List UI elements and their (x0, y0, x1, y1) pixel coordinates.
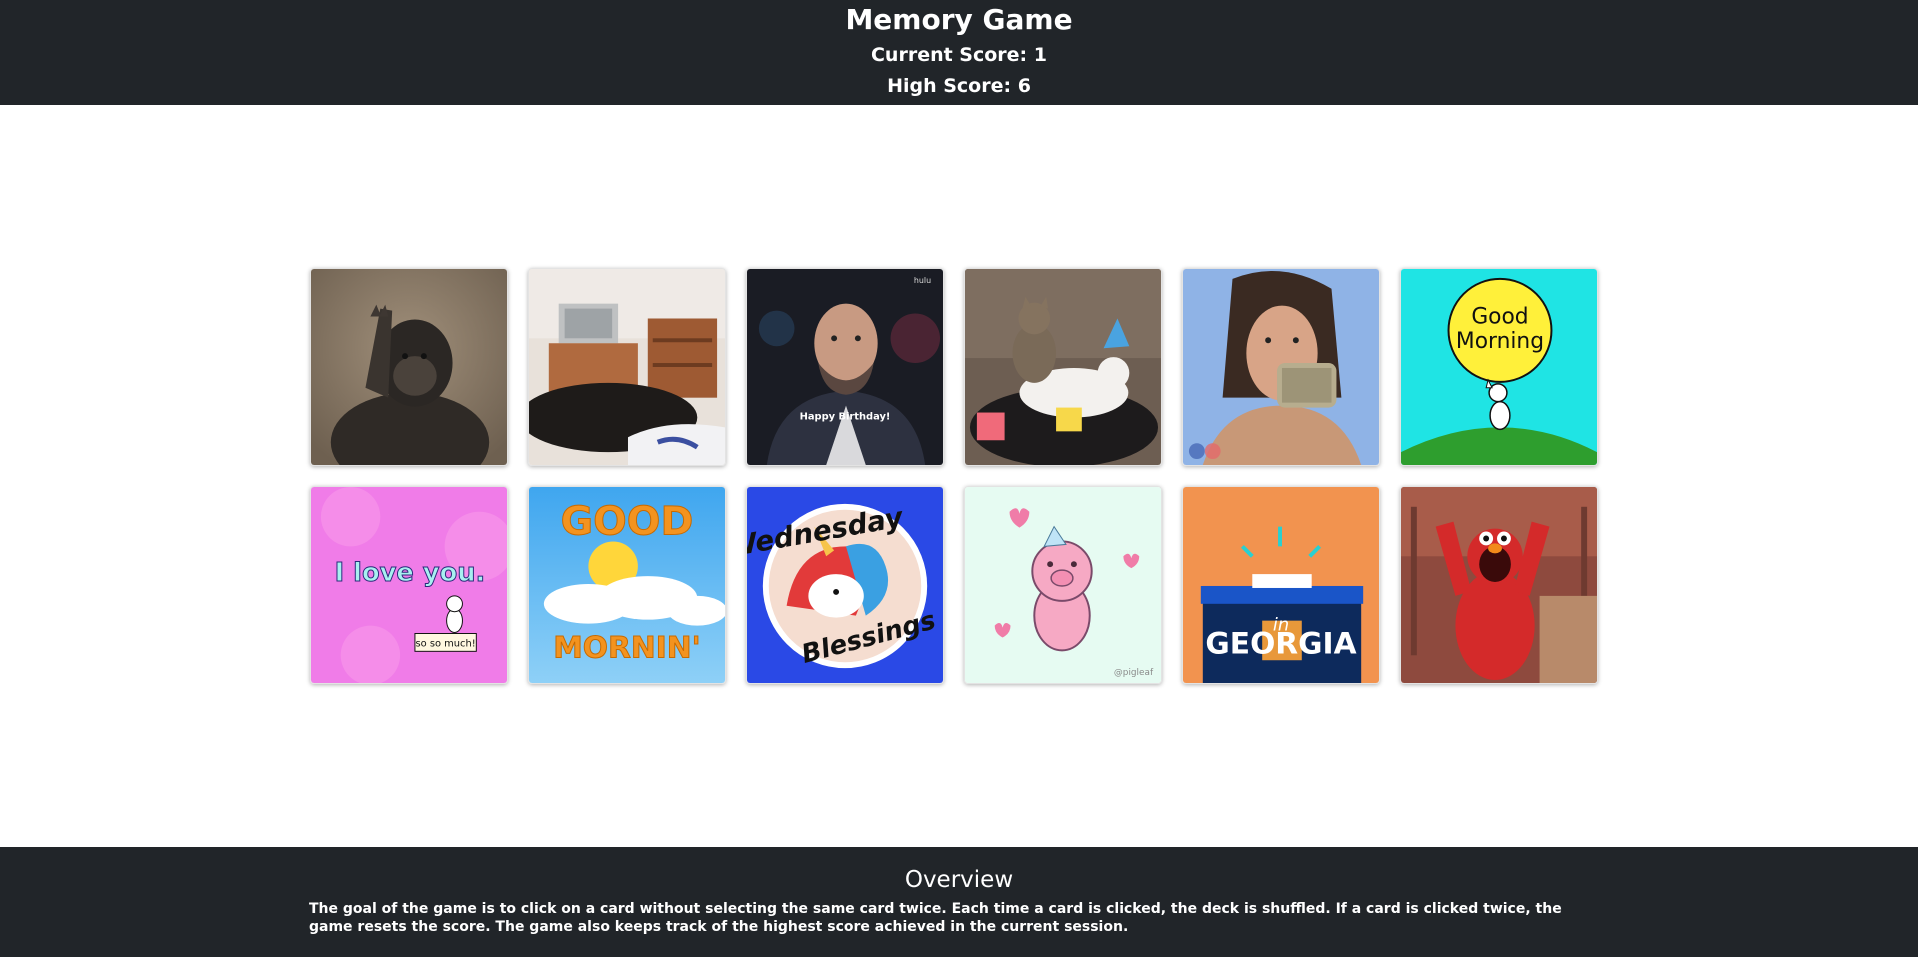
good-mornin-sun-image: GOOD MORNIN' (529, 487, 725, 683)
good-morning-line1: Good (1471, 304, 1528, 329)
overview-title: Overview (904, 867, 1014, 893)
good-morning-dog-image: Good Morning (1401, 269, 1597, 465)
overview-footer: Overview The goal of the game is to clic… (0, 847, 1918, 957)
good-caption: GOOD (561, 499, 694, 545)
birthday-caption: Happy Birthday! (800, 411, 891, 422)
game-title: Memory Game (845, 3, 1073, 36)
card-good-mornin-sun[interactable]: GOOD MORNIN' (528, 486, 726, 684)
card-happy-birthday-man[interactable]: Happy Birthday! hulu (746, 268, 944, 466)
card-gorilla-clapping[interactable] (310, 268, 508, 466)
hulu-logo: hulu (914, 276, 931, 285)
elmo-image (1401, 487, 1597, 683)
card-cat-in-room[interactable] (528, 268, 726, 466)
i-love-you-caption: I love you. (335, 558, 486, 588)
i-love-you-image: I love you. so so much! (311, 487, 507, 683)
card-i-love-you-dog[interactable]: I love you. so so much! (310, 486, 508, 684)
pig-dancing-image: @pigleaf (965, 487, 1161, 683)
card-cats-with-party-hat[interactable] (964, 268, 1162, 466)
good-morning-line2: Morning (1456, 329, 1544, 354)
georgia-ballot-image: GEORGIA in (1183, 487, 1379, 683)
card-wednesday-blessings-unicorn[interactable]: Wednesday Blessings (746, 486, 944, 684)
overview-text: The goal of the game is to click on a ca… (309, 901, 1562, 935)
woman-money-image (1183, 269, 1379, 465)
card-georgia-ballot-box[interactable]: GEORGIA in (1182, 486, 1380, 684)
georgia-overlay: in (1273, 615, 1289, 636)
cats-party-image (965, 269, 1161, 465)
card-grid: Happy Birthday! hulu Good Morning I love… (310, 268, 1598, 684)
unicorn-blessings-image: Wednesday Blessings (747, 487, 943, 683)
high-score: High Score: 6 (887, 75, 1031, 97)
mornin-caption: MORNIN' (553, 630, 700, 665)
birthday-man-image: Happy Birthday! hulu (747, 269, 943, 465)
cat-room-image (529, 269, 725, 465)
so-so-much-sign: so so much! (416, 638, 476, 649)
card-woman-with-money[interactable] (1182, 268, 1380, 466)
current-score: Current Score: 1 (870, 44, 1047, 66)
pigleaf-watermark: @pigleaf (1114, 668, 1154, 678)
score-header: Memory Game Current Score: 1 High Score:… (0, 0, 1918, 105)
card-good-morning-dog[interactable]: Good Morning (1400, 268, 1598, 466)
card-pig-dancing[interactable]: @pigleaf (964, 486, 1162, 684)
card-elmo-celebrating[interactable] (1400, 486, 1598, 684)
gorilla-image (311, 269, 507, 465)
